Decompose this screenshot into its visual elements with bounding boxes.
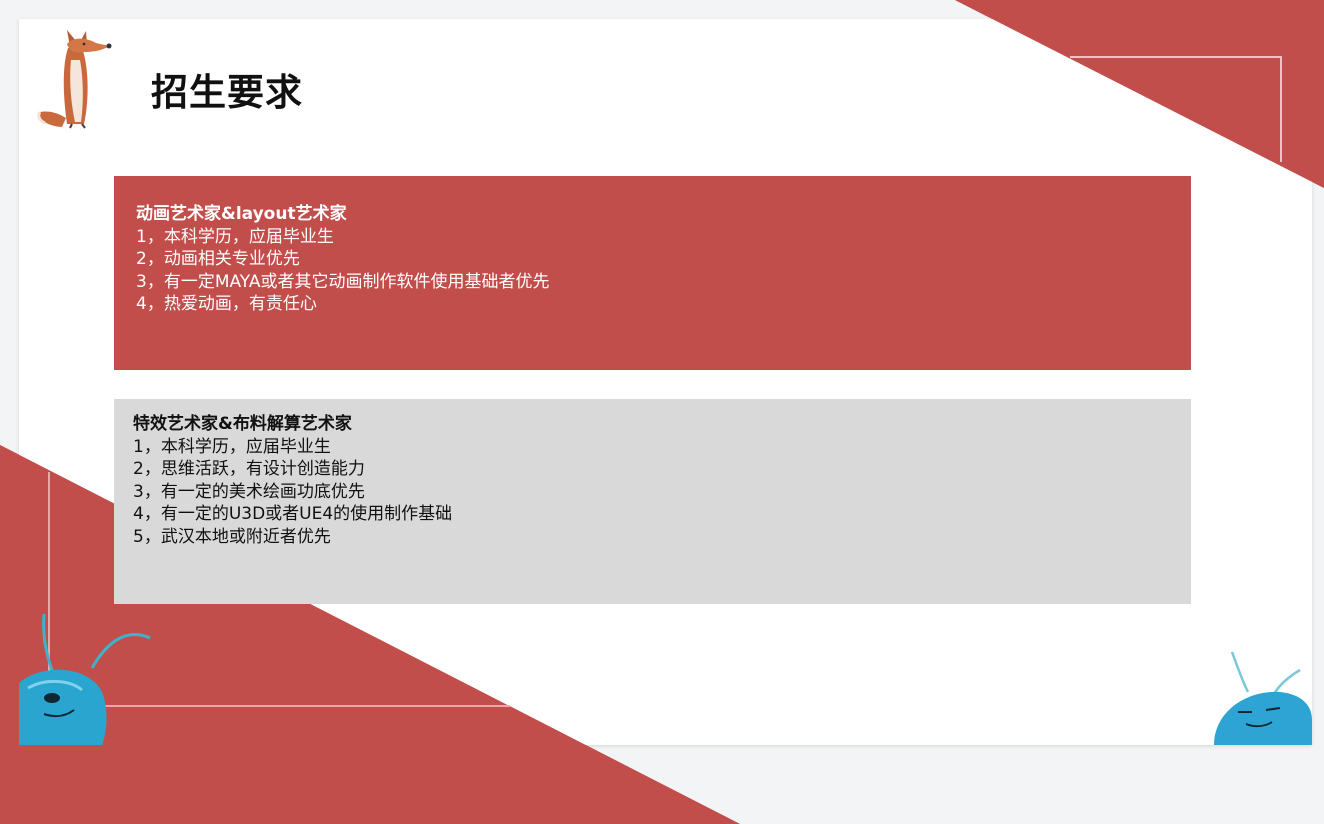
requirement-item: 3，有一定MAYA或者其它动画制作软件使用基础者优先: [136, 271, 550, 292]
page-title: 招生要求: [151, 71, 303, 114]
requirement-item: 5，武汉本地或附近者优先: [133, 526, 331, 547]
top-right-red-overlay: [955, 0, 1324, 188]
requirement-item: 1，本科学历，应届毕业生: [133, 436, 331, 457]
slide-scene: 招生要求 动画艺术家&layout艺术家 1，本科学历，应届毕业生 2，动画相关…: [0, 0, 1324, 824]
fox-icon: [37, 30, 112, 129]
section-card-effects: 特效艺术家&布料解算艺术家 1，本科学历，应届毕业生 2，思维活跃，有设计创造能…: [114, 399, 1191, 604]
requirement-item: 4，有一定的U3D或者UE4的使用制作基础: [133, 504, 453, 524]
requirement-item: 1，本科学历，应届毕业生: [136, 226, 334, 247]
section-heading: 特效艺术家&布料解算艺术家: [133, 414, 352, 434]
requirement-item: 2，思维活跃，有设计创造能力: [133, 459, 365, 479]
section-heading: 动画艺术家&layout艺术家: [136, 204, 347, 224]
requirement-item: 2，动画相关专业优先: [136, 249, 300, 269]
section-card-animation: 动画艺术家&layout艺术家 1，本科学历，应届毕业生 2，动画相关专业优先 …: [114, 176, 1191, 370]
blue-creature-right-icon: [1214, 651, 1312, 745]
requirement-item: 3，有一定的美术绘画功底优先: [133, 481, 365, 502]
requirement-item: 4，热爱动画，有责任心: [136, 294, 317, 314]
